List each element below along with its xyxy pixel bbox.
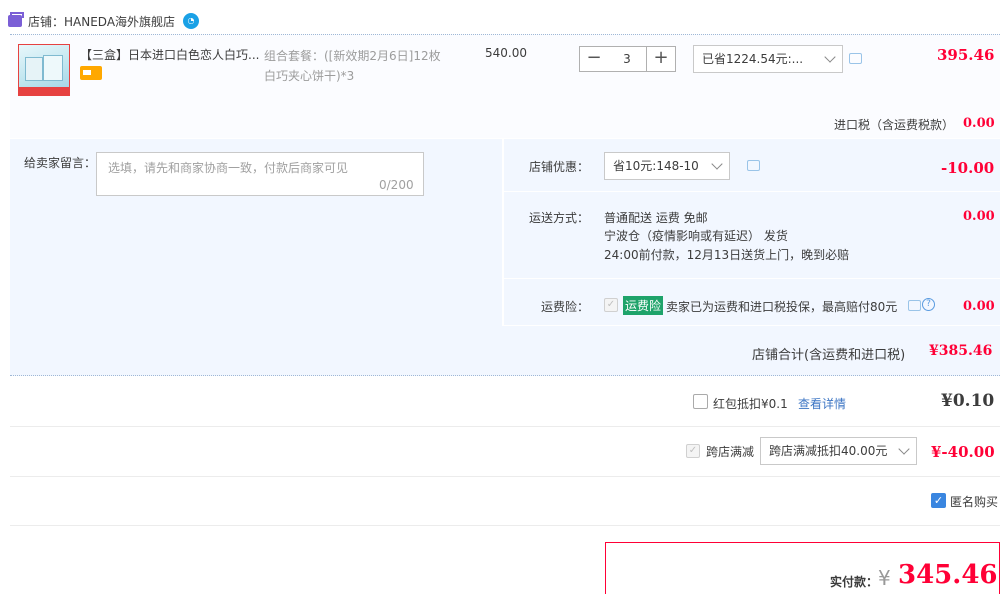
shop-header: 店铺：HANEDA海外旗舰店 ◔: [8, 8, 200, 34]
item-discount-dropdown[interactable]: 已省1224.54元:...: [693, 45, 843, 73]
quantity-increase-button[interactable]: +: [646, 46, 676, 72]
divider: [10, 525, 1000, 526]
comment-icon[interactable]: [747, 160, 760, 171]
shipping-warehouse: 宁波仓（疫情影响或有延迟） 发货: [604, 229, 788, 243]
product-sku: 组合套餐：([新效期2月6日]12枚 白巧夹心饼干)*3: [264, 46, 454, 86]
sku-line-2: 白巧夹心饼干)*3: [264, 69, 355, 83]
shop-name-link[interactable]: 店铺：HANEDA海外旗舰店: [28, 13, 175, 30]
comment-icon[interactable]: [849, 53, 862, 64]
import-tax-value: 0.00: [963, 116, 995, 131]
anonymous-checkbox[interactable]: ✓: [931, 493, 946, 508]
import-tax-label: 进口税（含运费税款）: [834, 118, 955, 132]
shipping-fee: 0.00: [963, 209, 995, 224]
anonymous-label: 匿名购买: [950, 495, 999, 509]
payment-label: 实付款：: [830, 575, 879, 589]
chat-wangwang-icon[interactable]: ◔: [183, 13, 200, 29]
cross-store-selected: 跨店满减抵扣40.00元: [769, 444, 888, 458]
red-packet-details-link[interactable]: 查看详情: [798, 395, 846, 412]
payment-amount: 345.46: [898, 560, 998, 590]
cross-store-checkbox: ✓: [686, 444, 700, 458]
cross-store-dropdown[interactable]: 跨店满减抵扣40.00元: [760, 437, 917, 465]
item-subtotal: 395.46: [937, 46, 995, 64]
divider: [10, 476, 1000, 477]
insurance-badge: 运费险: [623, 296, 664, 315]
divider: [504, 191, 1000, 192]
sku-line-1: 组合套餐：([新效期2月6日]12枚: [264, 49, 441, 63]
red-packet-value: ¥0.10: [941, 391, 995, 411]
cross-store-value: ¥-40.00: [931, 443, 995, 461]
shipping-method: 普通配送 运费 免邮: [604, 211, 708, 225]
chevron-down-icon: [711, 158, 723, 170]
chevron-down-icon: [824, 51, 836, 63]
chevron-down-icon: [898, 443, 910, 455]
red-packet-checkbox[interactable]: [693, 394, 708, 409]
shop-promo-label: 店铺优惠：: [529, 160, 590, 174]
comment-icon[interactable]: [908, 300, 921, 311]
shop-icon: [8, 12, 24, 27]
quantity-input[interactable]: 3: [608, 46, 646, 72]
help-icon[interactable]: ?: [922, 298, 935, 311]
memo-char-count: 0/200: [379, 178, 414, 192]
shop-promo-dropdown[interactable]: 省10元:148-10: [604, 152, 730, 180]
memo-placeholder: 选填，请先和商家协商一致，付款后商家可见: [108, 161, 349, 175]
memo-label: 给卖家留言：: [24, 156, 97, 170]
payment-currency: ¥: [878, 566, 891, 590]
credit-card-icon: [80, 66, 102, 80]
item-discount-selected: 已省1224.54元:...: [702, 52, 804, 66]
cross-store-label: 跨店满减: [706, 445, 755, 459]
quantity-decrease-button[interactable]: −: [579, 46, 609, 72]
shop-promo-value: -10.00: [941, 159, 995, 177]
shipping-label: 运送方式：: [529, 211, 590, 225]
shipping-eta: 24:00前付款，12月13日送货上门，晚到必赔: [604, 248, 850, 262]
unit-price: 540.00: [485, 46, 527, 60]
shop-total-value: ¥385.46: [929, 343, 993, 359]
insurance-checkbox: ✓: [604, 298, 618, 312]
divider: [504, 278, 1000, 279]
shop-total-label: 店铺合计(含运费和进口税): [752, 348, 906, 363]
insurance-value: 0.00: [963, 299, 995, 314]
product-title-link[interactable]: 【三盒】日本进口白色恋人白巧...: [80, 46, 260, 63]
insurance-label: 运费险：: [541, 300, 590, 314]
insurance-text: 卖家已为运费和进口税投保，最高赔付80元: [666, 300, 898, 314]
product-thumbnail[interactable]: [18, 44, 70, 96]
divider: [10, 426, 1000, 427]
red-packet-label: 红包抵扣¥0.1: [713, 397, 788, 411]
shop-promo-selected: 省10元:148-10: [613, 159, 699, 173]
